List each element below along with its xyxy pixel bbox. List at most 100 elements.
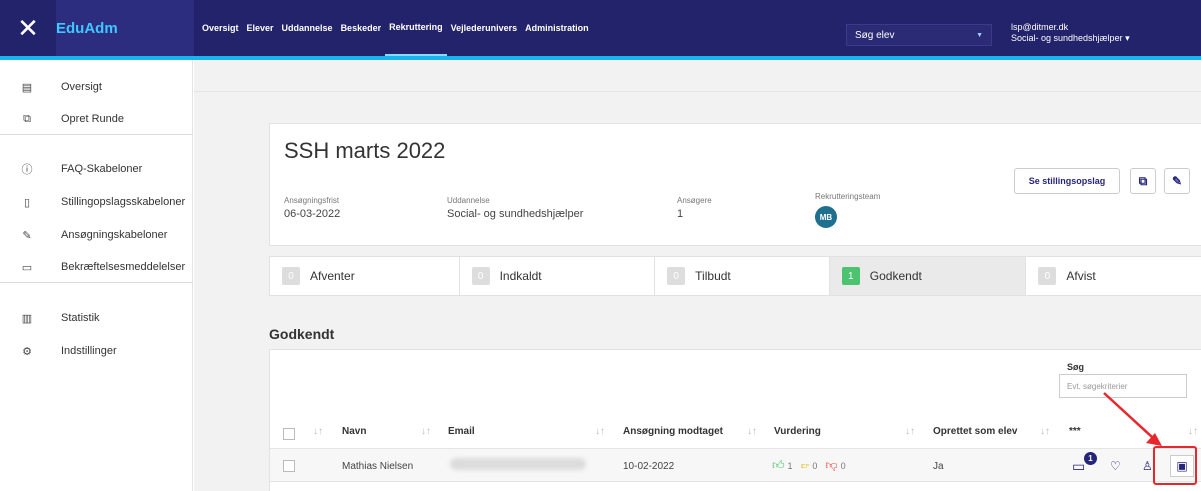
top-navbar: ✕ EduAdm Oversigt Elever Uddannelse Besk…: [0, 0, 1201, 56]
column-header-received[interactable]: Ansøgning modtaget: [623, 426, 723, 437]
row-checkbox[interactable]: [283, 460, 295, 472]
sidebar-item-statistik[interactable]: ▥ Statistik: [0, 303, 193, 333]
team-label: Rekrutteringsteam: [815, 192, 881, 201]
document-icon: ▯: [23, 196, 31, 209]
sidebar-item-oversigt[interactable]: ▤ Oversigt: [0, 72, 193, 102]
nav-beskeder[interactable]: Beskeder: [337, 0, 386, 56]
tab-godkendt[interactable]: 1 Godkendt: [829, 257, 1027, 295]
applicant-name[interactable]: Mathias Nielsen: [342, 461, 413, 472]
sidebar-item-label: Ansøgningskabeloner: [61, 229, 168, 241]
thumbs-neutral-icon[interactable]: 👉︎: [801, 458, 810, 473]
rating-mid-count: 0: [812, 460, 818, 471]
status-count: 1: [841, 267, 860, 285]
sidebar-item-label: Statistik: [61, 312, 100, 324]
education-value: Social- og sundhedshjælper: [447, 208, 584, 220]
section-title: Godkendt: [269, 326, 335, 342]
status-count: 0: [282, 267, 300, 285]
tab-indkaldt[interactable]: 0 Indkaldt: [460, 257, 656, 295]
search-student-label: Søg elev: [855, 29, 895, 41]
search-input[interactable]: Evt. søgekriterier: [1059, 374, 1187, 398]
calendar-icon: ▤: [21, 81, 33, 94]
sub-toolbar: [194, 60, 1201, 92]
rating-group: 👍︎ 1 👉︎ 0 👎︎ 0: [772, 458, 846, 473]
sidebar-item-stillingopslag[interactable]: ▯ Stillingopslagsskabeloner: [0, 187, 193, 217]
user-menu[interactable]: lsp@ditmer.dk Social- og sundhedshjælper…: [1011, 22, 1130, 44]
status-count: 0: [471, 267, 490, 285]
column-header-email[interactable]: Email: [448, 426, 475, 437]
search-label: Søg: [1067, 362, 1084, 372]
sidebar-divider: [0, 282, 193, 283]
sidebar-item-bekraeftelse[interactable]: ▭ Bekræftelsesmeddelelser: [0, 252, 193, 282]
sidebar-item-label: FAQ-Skabeloner: [61, 163, 143, 175]
user-icon[interactable]: ♙: [1142, 459, 1153, 473]
brand-logo[interactable]: EduAdm: [56, 0, 194, 56]
sidebar-item-label: Oversigt: [61, 81, 102, 93]
message-icon[interactable]: ▭: [1072, 458, 1085, 475]
sidebar-item-label: Indstillinger: [61, 345, 117, 357]
view-posting-button[interactable]: Se stillingsopslag: [1014, 168, 1120, 194]
sort-icon[interactable]: ↓↑: [1040, 426, 1050, 437]
user-email: lsp@ditmer.dk: [1011, 22, 1069, 32]
tab-afventer[interactable]: 0 Afventer: [270, 257, 460, 295]
highlight-box: [1153, 446, 1197, 485]
sidebar-item-label: Bekræftelsesmeddelelser: [61, 261, 186, 273]
status-count: 0: [667, 267, 686, 285]
deadline-value: 06-03-2022: [284, 208, 341, 220]
add-round-icon: ⧉: [23, 112, 31, 125]
table-row[interactable]: Mathias Nielsen 10-02-2022 👍︎ 1 👉︎ 0 👎︎ …: [270, 448, 1201, 482]
close-menu-icon[interactable]: ✕: [0, 0, 56, 56]
sidebar-item-label: Opret Runde: [61, 113, 124, 125]
nav-administration[interactable]: Administration: [521, 0, 593, 56]
nav-vejlederunivers[interactable]: Vejlederunivers: [447, 0, 522, 56]
sort-icon[interactable]: ↓↑: [313, 426, 323, 437]
select-all-checkbox[interactable]: [283, 428, 295, 440]
column-header-name[interactable]: Navn: [342, 426, 366, 437]
rating-down-count: 0: [840, 460, 846, 471]
applicants-table: Søg Evt. søgekriterier ↓↑ Navn ↓↑ Email …: [269, 349, 1201, 491]
edit-icon[interactable]: ✎: [1164, 168, 1190, 194]
heart-icon[interactable]: ♡: [1110, 459, 1121, 473]
status-label: Afvist: [1066, 269, 1096, 283]
info-icon: ⓘ: [21, 164, 33, 176]
sort-icon[interactable]: ↓↑: [421, 426, 431, 437]
sort-icon[interactable]: ↓↑: [1188, 426, 1198, 437]
sort-icon[interactable]: ↓↑: [747, 426, 757, 437]
sidebar-item-opret-runde[interactable]: ⧉ Opret Runde: [0, 104, 193, 134]
nav-oversigt[interactable]: Oversigt: [198, 0, 243, 56]
chat-icon: ▭: [21, 261, 33, 274]
sort-icon[interactable]: ↓↑: [905, 426, 915, 437]
applicant-email-redacted: [450, 458, 586, 470]
status-count: 0: [1038, 267, 1057, 285]
avatar[interactable]: MB: [815, 206, 837, 228]
sidebar-item-label: Stillingopslagsskabeloner: [61, 196, 186, 208]
nav-elever[interactable]: Elever: [243, 0, 278, 56]
created-as-student: Ja: [933, 461, 944, 472]
main-nav: Oversigt Elever Uddannelse Beskeder Rekr…: [198, 0, 593, 56]
tab-afvist[interactable]: 0 Afvist: [1026, 257, 1201, 295]
nav-rekruttering[interactable]: Rekruttering: [385, 0, 447, 56]
sidebar-item-faq[interactable]: ⓘ FAQ-Skabeloner: [0, 154, 193, 184]
chart-icon: ▥: [21, 312, 33, 325]
nav-uddannelse[interactable]: Uddannelse: [278, 0, 337, 56]
tab-tilbudt[interactable]: 0 Tilbudt: [655, 257, 830, 295]
sort-icon[interactable]: ↓↑: [595, 426, 605, 437]
received-date: 10-02-2022: [623, 461, 675, 472]
status-label: Tilbudt: [695, 269, 731, 283]
status-label: Indkaldt: [499, 269, 542, 283]
copy-icon[interactable]: ⧉: [1130, 168, 1156, 194]
sidebar: ▤ Oversigt ⧉ Opret Runde ⓘ FAQ-Skabelone…: [0, 60, 193, 491]
column-header-rating[interactable]: Vurdering: [774, 426, 821, 437]
education-label: Uddannelse: [447, 196, 490, 205]
settings-icon: ⚙: [22, 345, 32, 358]
pencil-icon: ✎: [22, 229, 32, 242]
rating-up-count: 1: [787, 460, 793, 471]
applicants-value: 1: [677, 208, 684, 220]
deadline-label: Ansøgningsfrist: [284, 196, 340, 205]
sidebar-item-indstillinger[interactable]: ⚙ Indstillinger: [0, 336, 193, 366]
main-content: SSH marts 2022 Ansøgningsfrist 06-03-202…: [194, 60, 1201, 491]
search-student-select[interactable]: Søg elev ▼: [846, 24, 992, 46]
thumbs-up-icon[interactable]: 👍︎: [772, 458, 785, 473]
sidebar-item-ansogning[interactable]: ✎ Ansøgningskabeloner: [0, 220, 193, 250]
thumbs-down-icon[interactable]: 👎︎: [825, 458, 837, 473]
column-header-student[interactable]: Oprettet som elev: [933, 426, 1017, 437]
